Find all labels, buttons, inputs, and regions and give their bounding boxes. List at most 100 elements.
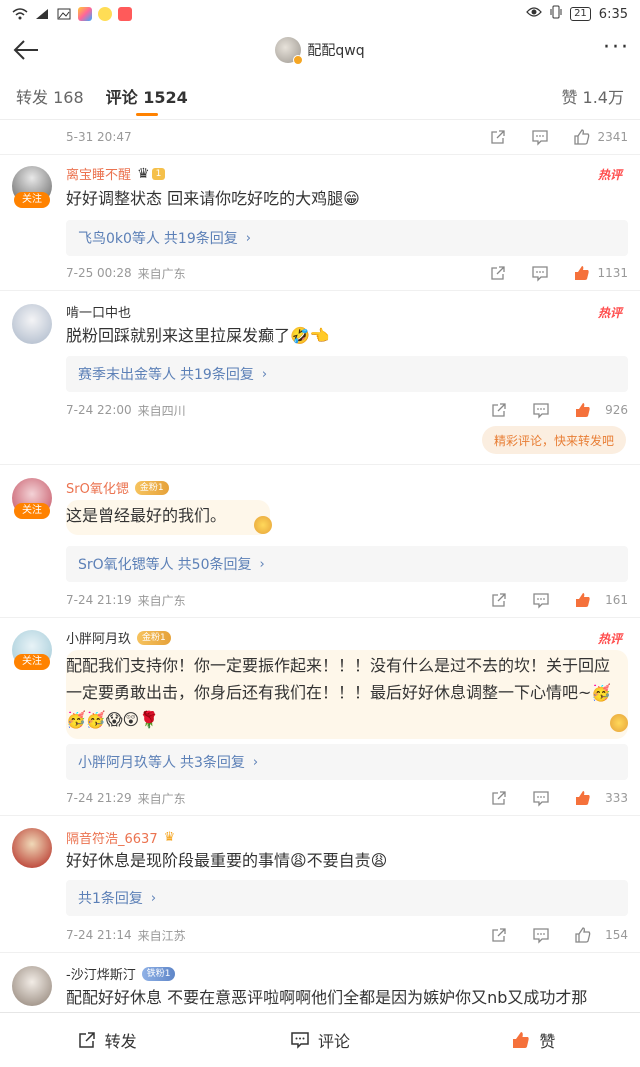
tab-comments[interactable]: 评论 1524 [106, 72, 188, 120]
share-icon[interactable] [490, 401, 508, 419]
tab-likes[interactable]: 赞 1.4万 [561, 84, 624, 108]
comment-button[interactable]: 评论 [213, 1013, 426, 1067]
reply-count: 共19条回复 [180, 367, 254, 383]
follow-button[interactable]: 关注 [14, 654, 50, 670]
like-icon[interactable]: 161 [574, 591, 628, 609]
reply-summary[interactable]: SrO氧化锶等人 共50条回复 › [66, 546, 628, 582]
fan-badge: 铁粉1 [141, 966, 176, 981]
avatar[interactable] [12, 828, 52, 868]
comment-meta-row: 7-24 21:19 来自广东 161 [66, 585, 628, 615]
like-icon[interactable]: 1131 [573, 264, 628, 282]
follow-button[interactable]: 关注 [14, 192, 50, 208]
comment-icon[interactable] [531, 264, 549, 282]
more-options-icon[interactable]: ··· [603, 37, 630, 59]
reply-summary[interactable]: 小胖阿月玖等人 共3条回复 › [66, 744, 628, 780]
reply-summary[interactable]: 飞鸟0k0等人 共19条回复 › [66, 220, 628, 256]
share-icon[interactable] [489, 264, 507, 282]
weibo-icon [98, 7, 112, 21]
hot-comment-badge: 热评 [597, 632, 622, 646]
comment-text[interactable]: 脱粉回踩就别来这里拉屎发癫了🤣👈 [66, 322, 620, 349]
comment-icon[interactable] [532, 789, 550, 807]
reply-count: 共19条回复 [163, 231, 238, 247]
hot-comment-badge: 热评 [597, 168, 622, 182]
username-text: 啃一口中也 [66, 306, 132, 321]
comment-feed[interactable]: 5-31 20:47 2341 关注 离宝睡不醒 ♛ 1 热评 好好调整状态 回来… [0, 120, 640, 1012]
like-icon[interactable]: 333 [574, 789, 628, 807]
comment-text[interactable]: 这是曾经最好的我们。 [66, 500, 270, 535]
share-icon[interactable] [490, 789, 508, 807]
divider [0, 290, 640, 291]
username[interactable]: -沙汀烨斯汀 铁粉1 [66, 964, 176, 983]
like-count: 2341 [597, 130, 628, 144]
post-time: 5-31 20:47 [66, 130, 132, 144]
divider [0, 815, 640, 816]
username[interactable]: 啃一口中也 [66, 302, 131, 321]
username[interactable]: 隔音符浩_6637 ♛ [66, 828, 175, 847]
comment-location: 来自广东 [137, 266, 186, 281]
reply-count: 共3条回复 [180, 755, 245, 771]
comment-location: 来自广东 [137, 593, 186, 608]
vibrate-icon [550, 5, 562, 23]
comment-time: 7-24 21:14 [66, 928, 132, 942]
tab-reposts[interactable]: 转发 168 [16, 72, 84, 120]
account-avatar [275, 37, 304, 65]
vip-icon: ♛ [163, 830, 176, 845]
comment-meta-row: 7-24 22:00 来自四川 926 [66, 395, 628, 425]
like-count: 161 [605, 593, 628, 607]
clock: 6:35 [598, 6, 628, 22]
tab-bar: 转发 168 评论 1524 赞 1.4万 [0, 72, 640, 120]
reply-summary[interactable]: 赛季末出金等人 共19条回复 › [66, 356, 628, 392]
like-icon[interactable]: 926 [574, 401, 628, 419]
repost-button[interactable]: 转发 [0, 1013, 213, 1067]
comment-text[interactable]: 配配好好休息 不要在意恶评啦啊啊他们全都是因为嫉妒你又nb又成功才那 [66, 984, 628, 1011]
comment-meta-row: 7-25 00:28 来自广东 1131 [66, 258, 628, 288]
comment-icon[interactable] [532, 401, 550, 419]
comment-text-content: 配配我们支持你！你一定要振作起来！！！没有什么是过不去的坎！关于回应一定要勇敢出… [66, 656, 612, 729]
account-title[interactable]: 配配qwq [0, 37, 640, 65]
share-prompt[interactable]: 精彩评论，快来转发吧 [481, 426, 626, 454]
comment-icon[interactable] [532, 591, 550, 609]
eye-icon [526, 6, 542, 22]
comment-time: 7-25 00:28 [66, 266, 132, 280]
divider [0, 952, 640, 953]
comment-icon[interactable] [531, 128, 549, 146]
gallery-icon [56, 7, 72, 21]
post-meta-row: 5-31 20:47 2341 [66, 122, 628, 152]
chevron-right-icon: › [261, 366, 268, 382]
username-text: -沙汀烨斯汀 [66, 968, 136, 983]
repost-icon [78, 1032, 95, 1048]
like-icon[interactable]: 2341 [573, 128, 628, 146]
reply-users: 飞鸟0k0等人 [78, 231, 160, 247]
reply-summary[interactable]: 共1条回复 › [66, 880, 628, 916]
username-text: 隔音符浩_6637 [66, 832, 158, 847]
fan-badge: 金粉1 [137, 630, 171, 645]
avatar[interactable] [12, 966, 52, 1006]
avatar[interactable] [12, 304, 52, 344]
reply-users: 小胖阿月玖等人 [78, 755, 176, 771]
comment-icon[interactable] [532, 926, 550, 944]
comment-text[interactable]: 配配我们支持你！你一定要振作起来！！！没有什么是过不去的坎！关于回应一定要勇敢出… [66, 650, 628, 739]
like-icon[interactable]: 154 [574, 926, 628, 944]
comment-meta-row: 7-24 21:14 来自江苏 154 [66, 920, 628, 950]
reply-count: 共50条回复 [177, 557, 252, 573]
share-icon[interactable] [490, 591, 508, 609]
mail-icon [118, 7, 132, 21]
fan-badge: 金粉1 [134, 480, 169, 495]
follow-button[interactable]: 关注 [14, 503, 50, 519]
share-icon[interactable] [489, 128, 507, 146]
comment-text[interactable]: 好好调整状态 回来请你吃好吃的大鸡腿😁 [66, 185, 620, 212]
divider [0, 464, 640, 465]
chevron-right-icon: › [252, 754, 259, 770]
comment-label: 评论 [317, 1032, 350, 1051]
username[interactable]: 小胖阿月玖 金粉1 [66, 628, 171, 647]
comment-text[interactable]: 好好休息是现阶段最重要的事情😩不要自责😩 [66, 847, 620, 874]
decoration-icon [254, 516, 272, 534]
share-icon[interactable] [490, 926, 508, 944]
comment-text-content: 这是曾经最好的我们。 [66, 506, 227, 525]
comment-location: 来自四川 [137, 403, 186, 418]
username[interactable]: 离宝睡不醒 ♛ 1 [66, 164, 166, 183]
divider [0, 154, 640, 155]
like-button[interactable]: 赞 [427, 1013, 640, 1067]
comment-time: 7-24 21:19 [66, 593, 132, 607]
username[interactable]: SrO氧化锶 金粉1 [66, 478, 169, 497]
